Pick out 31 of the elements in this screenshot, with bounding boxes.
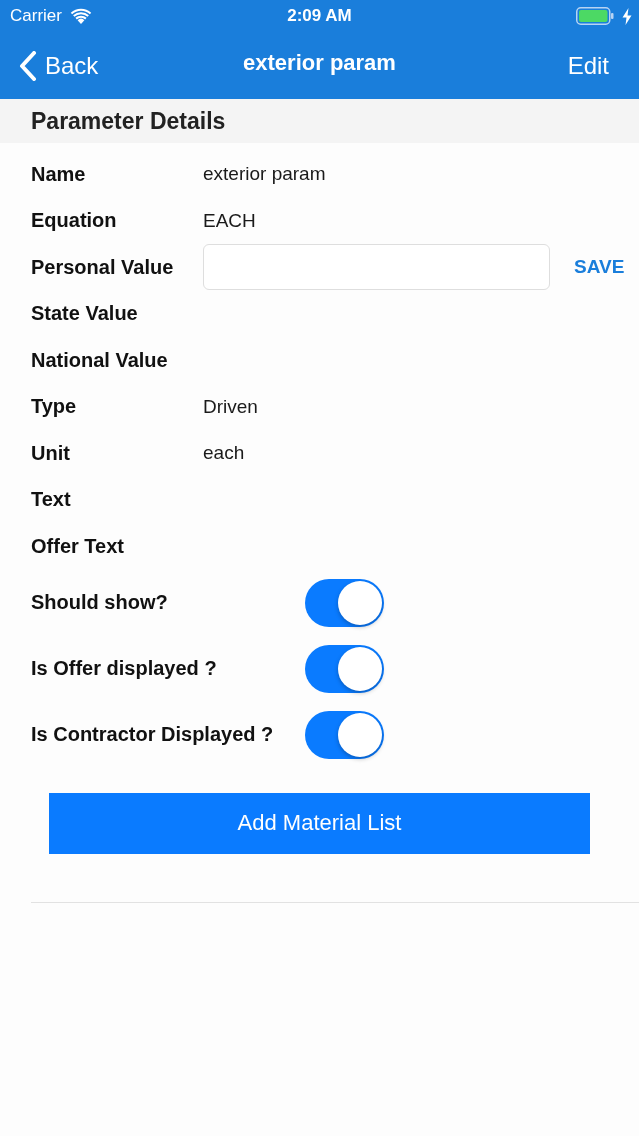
toggle-label: Is Offer displayed ? <box>31 657 218 680</box>
screen-title: exterior param <box>243 50 396 76</box>
save-button[interactable]: SAVE <box>574 256 625 279</box>
field-label: Personal Value <box>31 255 175 279</box>
toggle-switch[interactable] <box>305 710 384 759</box>
wifi-icon <box>69 8 92 24</box>
field-label: Text <box>31 488 72 512</box>
chevron-left-icon <box>19 50 37 81</box>
field-label: Type <box>31 395 78 419</box>
field-label: Unit <box>31 441 71 465</box>
section-title: Parameter Details <box>31 107 226 135</box>
carrier-label: Carrier <box>10 6 62 26</box>
clock-time: 2:09 AM <box>287 6 352 26</box>
field-label: Name <box>31 162 87 186</box>
field-value: exterior param <box>203 163 326 186</box>
field-label: State Value <box>31 302 139 326</box>
back-button[interactable]: Back <box>19 50 99 81</box>
field-label: Offer Text <box>31 534 125 558</box>
battery-icon <box>576 7 614 25</box>
edit-button[interactable]: Edit <box>567 51 609 80</box>
field-label: Equation <box>31 209 118 233</box>
field-label: National Value <box>31 348 169 372</box>
field-value: each <box>203 442 245 465</box>
field-value: Driven <box>203 395 258 418</box>
toggle-label: Should show? <box>31 591 169 614</box>
field-value: EACH <box>203 209 256 232</box>
add-material-list-button[interactable]: Add Material List <box>49 792 590 854</box>
toggle-label: Is Contractor Displayed ? <box>31 723 275 746</box>
toggle-switch[interactable] <box>305 578 384 627</box>
input-field[interactable] <box>203 244 550 291</box>
toggle-switch[interactable] <box>305 644 384 693</box>
